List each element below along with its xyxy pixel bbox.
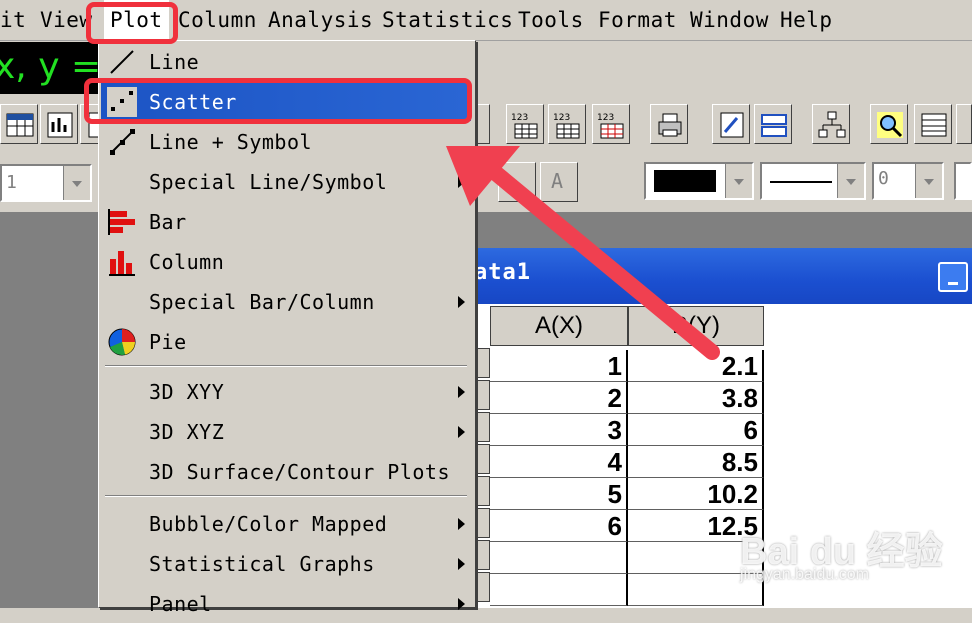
watermark-url: jingyan.baidu.com	[740, 566, 869, 583]
watermark: Bai du 经验 jingyan.baidu.com	[740, 500, 970, 590]
